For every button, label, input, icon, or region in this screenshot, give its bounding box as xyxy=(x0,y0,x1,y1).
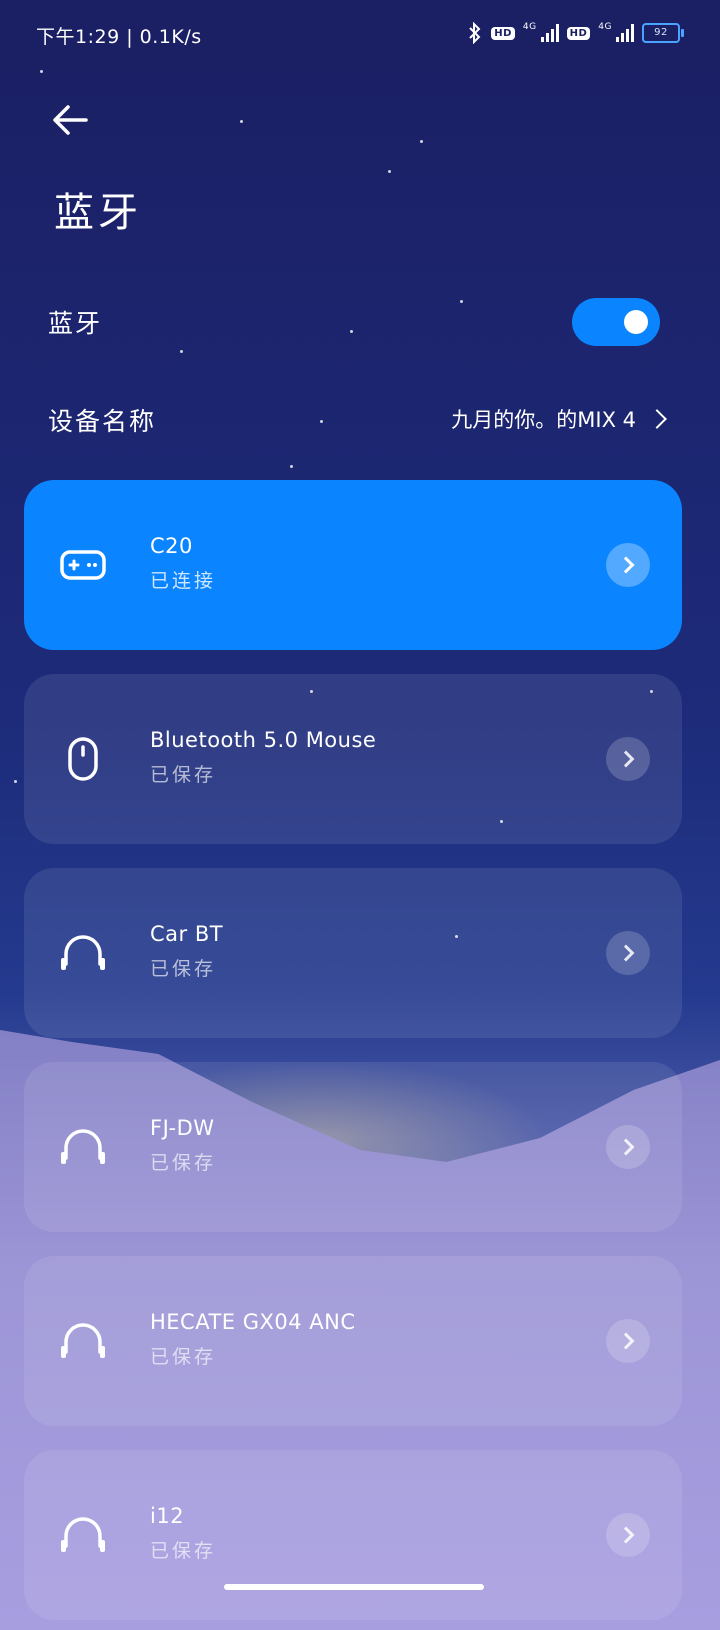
device-name-value[interactable]: 九月的你。的MIX 4 xyxy=(451,404,667,434)
device-status: 已连接 xyxy=(150,570,217,592)
device-status: 已保存 xyxy=(150,958,217,980)
device-status: 已保存 xyxy=(150,1152,217,1174)
headphones-icon xyxy=(61,1323,105,1358)
device-card-i12[interactable]: i12 已保存 xyxy=(24,1450,682,1620)
battery-icon: 92 xyxy=(642,23,684,43)
device-details-button[interactable] xyxy=(606,1319,650,1363)
device-details-button[interactable] xyxy=(606,1125,650,1169)
device-card-mouse[interactable]: Bluetooth 5.0 Mouse 已保存 xyxy=(24,674,682,844)
device-name-text: 九月的你。的MIX 4 xyxy=(451,408,636,432)
device-card-fj-dw[interactable]: FJ-DW 已保存 xyxy=(24,1062,682,1232)
device-name: FJ-DW xyxy=(150,1116,215,1140)
device-name: HECATE GX04 ANC xyxy=(150,1310,356,1334)
bluetooth-icon xyxy=(469,22,481,44)
status-icons: HD 4G HD 4G 92 xyxy=(467,22,684,44)
device-card-c20[interactable]: C20 已连接 xyxy=(24,480,682,650)
bluetooth-toggle[interactable] xyxy=(572,298,660,346)
headphones-icon xyxy=(61,935,105,970)
device-card-car-bt[interactable]: Car BT 已保存 xyxy=(24,868,682,1038)
device-details-button[interactable] xyxy=(606,931,650,975)
device-status: 已保存 xyxy=(150,1540,217,1562)
chevron-right-icon xyxy=(647,409,667,429)
back-arrow-icon[interactable] xyxy=(48,98,92,142)
mouse-icon xyxy=(68,737,98,781)
device-status: 已保存 xyxy=(150,1346,217,1368)
signal-icon xyxy=(540,24,559,42)
device-card-hecate[interactable]: HECATE GX04 ANC 已保存 xyxy=(24,1256,682,1426)
status-bar: 下午1:29 | 0.1K/s HD 4G HD 4G 92 xyxy=(36,22,684,48)
network-type: 4G xyxy=(522,22,537,32)
headphones-icon xyxy=(61,1517,105,1552)
device-name: C20 xyxy=(150,534,193,558)
device-details-button[interactable] xyxy=(606,737,650,781)
signal-icon xyxy=(616,24,634,42)
hd-badge: HD xyxy=(566,26,591,40)
device-name: Car BT xyxy=(150,922,224,946)
device-details-button[interactable] xyxy=(606,543,650,587)
device-name: i12 xyxy=(150,1504,185,1528)
device-status: 已保存 xyxy=(150,764,217,786)
device-name: Bluetooth 5.0 Mouse xyxy=(150,728,377,752)
network-type: 4G xyxy=(598,22,612,32)
home-indicator[interactable] xyxy=(224,1584,484,1590)
headphones-icon xyxy=(61,1129,105,1164)
page-title: 蓝牙 xyxy=(54,190,142,236)
gamepad-icon xyxy=(60,550,106,580)
device-details-button[interactable] xyxy=(606,1513,650,1557)
toggle-knob xyxy=(624,310,648,334)
hd-badge: HD xyxy=(491,26,515,40)
status-time: 下午1:29 | 0.1K/s xyxy=(36,26,202,48)
